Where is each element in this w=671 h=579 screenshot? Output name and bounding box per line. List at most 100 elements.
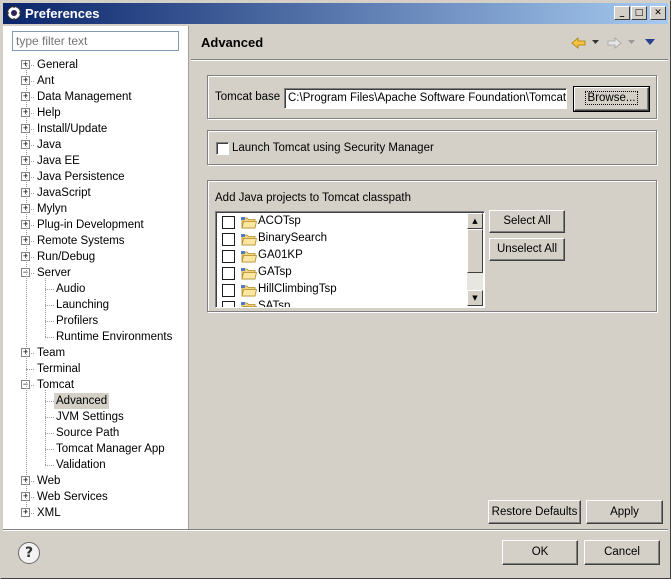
restore-defaults-button[interactable]: Restore Defaults: [488, 500, 581, 524]
browse-button[interactable]: Browse...: [573, 86, 650, 112]
tree-item-runtime-environments[interactable]: Runtime Environments: [3, 329, 189, 345]
back-arrow-icon[interactable]: [571, 35, 587, 51]
tree-item-run-debug[interactable]: + Run/Debug: [3, 249, 189, 265]
tree-item-mylyn[interactable]: + Mylyn: [3, 201, 189, 217]
project-folder-icon: [241, 234, 257, 246]
tree-item-tomcat-manager-app[interactable]: Tomcat Manager App: [3, 441, 189, 457]
tree-item-validation[interactable]: Validation: [3, 457, 189, 473]
project-checkbox[interactable]: [222, 250, 235, 263]
tree-connector: [45, 401, 54, 402]
tree-item-label: Java: [37, 139, 62, 151]
tree-item-server[interactable]: − Server: [3, 265, 189, 281]
view-menu-icon[interactable]: [645, 39, 655, 46]
tree-item-java[interactable]: + Java: [3, 137, 189, 153]
tree-item-remote-systems[interactable]: + Remote Systems: [3, 233, 189, 249]
select-all-button[interactable]: Select All: [489, 210, 565, 233]
title-bar[interactable]: Preferences _ □ ✕: [3, 3, 668, 24]
tree-item-web-services[interactable]: + Web Services: [3, 489, 189, 505]
tree-item-web[interactable]: + Web: [3, 473, 189, 489]
tree-item-launching[interactable]: Launching: [3, 297, 189, 313]
project-name: SATsp: [258, 300, 291, 308]
tree-item-label: Install/Update: [37, 123, 108, 135]
project-checkbox[interactable]: [222, 267, 235, 280]
project-checkbox[interactable]: [222, 216, 235, 229]
security-manager-label: Launch Tomcat using Security Manager: [232, 142, 434, 154]
tree-connector: [45, 449, 54, 450]
tree-item-source-path[interactable]: Source Path: [3, 425, 189, 441]
tomcat-base-field[interactable]: C:\Program Files\Apache Software Foundat…: [284, 88, 567, 109]
forward-arrow-icon[interactable]: [606, 35, 622, 51]
tomcat-base-label: Tomcat base: [215, 91, 281, 103]
maximize-button[interactable]: □: [631, 6, 647, 20]
forward-history-chevron-icon[interactable]: [628, 40, 635, 45]
tree-item-xml[interactable]: + XML: [3, 505, 189, 521]
unselect-all-button[interactable]: Unselect All: [489, 238, 565, 261]
footer-separator: [3, 529, 668, 531]
tree-item-label: JavaScript: [37, 187, 91, 199]
tree-item-profilers[interactable]: Profilers: [3, 313, 189, 329]
security-manager-checkbox[interactable]: [216, 142, 229, 155]
tree-item-label: Advanced: [54, 393, 110, 409]
tree-item-help[interactable]: + Help: [3, 105, 189, 121]
tree-item-java-ee[interactable]: + Java EE: [3, 153, 189, 169]
project-checkbox[interactable]: [222, 301, 235, 307]
project-checkbox[interactable]: [222, 233, 235, 246]
tree-item-general[interactable]: + General: [3, 57, 189, 73]
tree-item-javascript[interactable]: + JavaScript: [3, 185, 189, 201]
project-row[interactable]: GATsp: [216, 265, 466, 282]
tree-item-label: Web Services: [37, 491, 108, 503]
project-row[interactable]: BinarySearch: [216, 231, 466, 248]
tree-guide-line: [45, 390, 46, 465]
tree-item-data-management[interactable]: + Data Management: [3, 89, 189, 105]
tree-guide-line: [26, 65, 27, 513]
tree-item-label: Server: [37, 267, 71, 279]
tree-item-java-persistence[interactable]: + Java Persistence: [3, 169, 189, 185]
tree-item-ant[interactable]: + Ant: [3, 73, 189, 89]
help-icon[interactable]: ?: [18, 542, 40, 564]
tree-item-terminal[interactable]: Terminal: [3, 361, 189, 377]
tree-item-team[interactable]: + Team: [3, 345, 189, 361]
tree-connector: [45, 305, 54, 306]
tree-item-label: Java Persistence: [37, 171, 125, 183]
project-folder-icon: [241, 251, 257, 263]
tree-item-audio[interactable]: Audio: [3, 281, 189, 297]
page-title: Advanced: [201, 35, 264, 50]
scroll-thumb[interactable]: [467, 229, 483, 273]
tree-item-tomcat[interactable]: − Tomcat: [3, 377, 189, 393]
project-row[interactable]: HillClimbingTsp: [216, 282, 466, 299]
tree-item-plug-in-development[interactable]: + Plug-in Development: [3, 217, 189, 233]
apply-button[interactable]: Apply: [586, 500, 663, 524]
tree-item-jvm-settings[interactable]: JVM Settings: [3, 409, 189, 425]
projects-scrollbar[interactable]: ▲ ▼: [467, 213, 483, 306]
project-checkbox[interactable]: [222, 284, 235, 297]
tree-item-label: JVM Settings: [56, 411, 124, 423]
preferences-window: Preferences _ □ ✕ +General+Ant+Data Mana…: [0, 0, 671, 579]
tree-item-label: Runtime Environments: [56, 331, 173, 343]
project-name: GA01KP: [258, 249, 303, 261]
project-folder-icon: [241, 302, 257, 307]
cancel-button[interactable]: Cancel: [584, 540, 660, 565]
classpath-label: Add Java projects to Tomcat classpath: [215, 192, 412, 204]
project-folder-icon: [241, 268, 257, 280]
filter-input[interactable]: [12, 31, 179, 51]
project-row[interactable]: ACOTsp: [216, 214, 466, 231]
projects-list[interactable]: ACOTsp BinarySearch GA01KP GATsp HillClimbin…: [215, 211, 485, 308]
tree-item-label: XML: [37, 507, 61, 519]
ok-button[interactable]: OK: [502, 540, 578, 565]
scroll-up-button[interactable]: ▲: [467, 213, 483, 229]
tree-item-install-update[interactable]: + Install/Update: [3, 121, 189, 137]
page-nav: [571, 35, 666, 51]
minimize-button[interactable]: _: [614, 6, 630, 20]
back-history-chevron-icon[interactable]: [592, 40, 599, 45]
tree-connector: [45, 337, 54, 338]
close-button[interactable]: ✕: [650, 6, 666, 20]
preference-tree-pane: +General+Ant+Data Management+Help+Instal…: [3, 26, 189, 529]
tree-item-label: General: [37, 59, 78, 71]
project-row[interactable]: GA01KP: [216, 248, 466, 265]
scroll-down-button[interactable]: ▼: [467, 290, 483, 306]
project-name: ACOTsp: [258, 215, 301, 227]
tree-item-label: Plug-in Development: [37, 219, 144, 231]
tree-item-advanced[interactable]: Advanced: [3, 393, 189, 409]
tree-connector: [45, 465, 54, 466]
project-row[interactable]: SATsp: [216, 299, 466, 308]
